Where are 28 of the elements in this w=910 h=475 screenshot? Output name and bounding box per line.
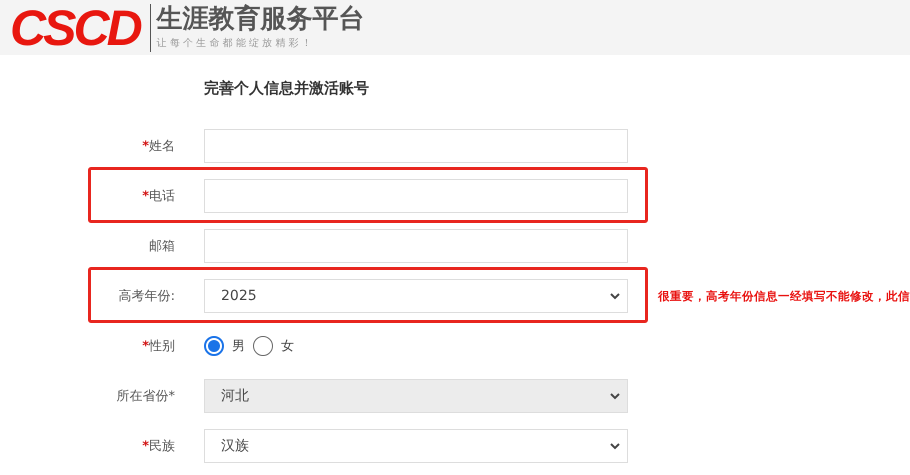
text-field[interactable] — [204, 129, 628, 163]
required-mark: * — [142, 439, 149, 454]
field-label: 性别 — [149, 339, 175, 354]
platform-title: 生涯教育服务平台 — [156, 4, 365, 34]
text-field[interactable] — [204, 229, 628, 263]
radio-button[interactable] — [204, 336, 224, 356]
field-label: 电话 — [149, 189, 175, 204]
radio-button[interactable] — [253, 336, 273, 356]
text-field[interactable] — [204, 179, 628, 213]
field-label: 高考年份: — [118, 289, 175, 304]
field-label: 姓名 — [149, 139, 175, 154]
radio-option[interactable]: 女 — [253, 336, 294, 356]
warning-note: 很重要，高考年份信息一经填写不能修改，此信 — [658, 288, 910, 304]
required-mark: * — [142, 339, 149, 354]
required-mark: * — [142, 189, 149, 204]
chevron-icon — [609, 392, 621, 400]
logo: CSCD — [10, 2, 140, 52]
tagline: 让 每 个 生 命 都 能 绽 放 精 彩 ！ — [156, 36, 313, 50]
required-mark: * — [142, 139, 149, 154]
form-title: 完善个人信息并激活账号 — [203, 78, 370, 98]
dropdown-select[interactable]: 汉族 — [204, 429, 628, 463]
radio-option[interactable]: 男 — [204, 336, 245, 356]
field-label: 所在省份* — [116, 389, 175, 404]
chevron-icon — [609, 292, 621, 300]
chevron-icon — [609, 442, 621, 450]
field-label: 民族 — [149, 439, 175, 454]
field-label: 邮箱 — [149, 239, 175, 254]
dropdown-select[interactable]: 2025 — [204, 279, 628, 313]
